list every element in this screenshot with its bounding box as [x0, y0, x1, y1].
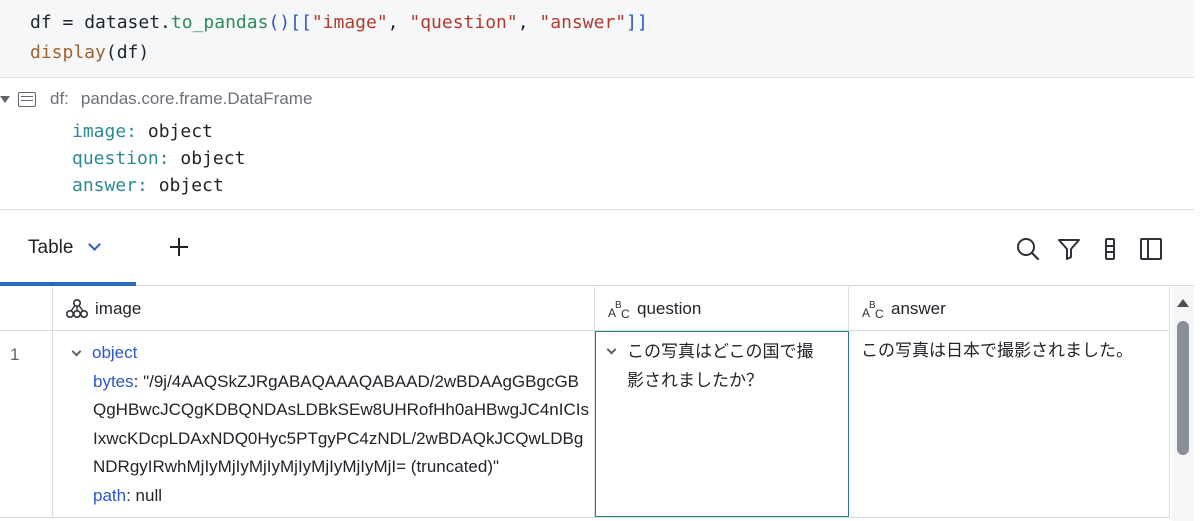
bytes-value-line: IxwcKDcpLDAxNDQ0Hyc5PTgyPC4zNDL/2wBDAQkJ…	[93, 428, 584, 448]
code-object: dataset.	[84, 12, 171, 33]
column-header-question[interactable]: ABC question	[595, 287, 849, 331]
field-key: image:	[72, 121, 138, 142]
schema-header[interactable]: df: pandas.core.frame.DataFrame	[0, 88, 312, 110]
tab-table-label: Table	[28, 237, 74, 258]
code-comma: ,	[387, 12, 410, 33]
field-type: object	[158, 175, 224, 196]
bytes-key: bytes	[93, 371, 134, 391]
row-divider	[0, 517, 1170, 518]
cell-question[interactable]: この写真はどこの国で撮 影されましたか？	[595, 331, 849, 517]
schema-fields: image: object question: object answer: o…	[72, 118, 245, 199]
results-toolbar: Table	[0, 210, 1194, 286]
code-string: "answer"	[539, 12, 627, 33]
schema-field: question: object	[72, 145, 245, 172]
code-string: "question"	[409, 12, 518, 33]
code-operator: =	[51, 12, 85, 33]
data-grid: image ABC question ABC answer 1 object b…	[0, 287, 1170, 521]
dataframe-schema: df: pandas.core.frame.DataFrame image: o…	[0, 78, 1194, 210]
active-tab-indicator	[0, 282, 136, 286]
chevron-down-icon[interactable]	[88, 238, 101, 251]
string-type-icon: ABC	[607, 298, 631, 320]
code-string: "image"	[311, 12, 388, 33]
code-brackets-close: ]]	[626, 12, 648, 33]
bytes-value-line: NDRgyIRwhMjIyMjIyMjIyMjIyMjIyMjIyMjI= (t…	[93, 457, 500, 476]
column-settings-icon[interactable]	[1097, 236, 1123, 262]
dataframe-name: df:	[50, 89, 69, 108]
field-type: object	[147, 121, 213, 142]
code-var: df	[30, 12, 52, 33]
svg-text:C: C	[621, 307, 630, 320]
struct-icon	[65, 298, 89, 320]
code-function: display	[30, 42, 106, 63]
column-header-image[interactable]: image	[53, 287, 595, 331]
column-header-answer[interactable]: ABC answer	[849, 287, 1170, 331]
field-type: object	[180, 148, 246, 169]
field-key: question:	[72, 148, 170, 169]
column-header-label: image	[95, 298, 142, 318]
svg-text:C: C	[875, 307, 884, 320]
chevron-down-icon[interactable]	[606, 344, 617, 355]
tab-table[interactable]: Table	[0, 210, 136, 286]
object-toggle-label: object	[92, 343, 138, 362]
code-comma: ,	[517, 12, 540, 33]
answer-text: この写真は日本で撮影されました。	[861, 341, 1133, 360]
object-toggle[interactable]: object	[71, 339, 594, 368]
code-brackets-open: ()[[	[268, 12, 312, 33]
schema-field: image: object	[72, 118, 245, 145]
cell-image[interactable]: object bytes: "/9j/4AAQSkZJRgABAQAAAQABA…	[53, 331, 595, 517]
bytes-field: bytes: "/9j/4AAQSkZJRgABAQAAAQABAAD/2wBD…	[93, 368, 594, 397]
bytes-value-line: QgHBwcJCQgKDBQNDAsLDBkSEw8UHRofHh0aHBwgJ…	[93, 400, 589, 419]
search-icon[interactable]	[1015, 236, 1041, 262]
question-text: この写真はどこの国で撮 影されましたか？	[627, 338, 814, 395]
row-index: 1	[0, 331, 53, 517]
scroll-up-arrow-icon[interactable]	[1177, 299, 1189, 307]
object-contents: bytes: "/9j/4AAQSkZJRgABAQAAAQABAAD/2wBD…	[71, 368, 594, 511]
code-args: (df)	[105, 42, 150, 63]
field-key: answer:	[72, 175, 148, 196]
path-field: path: null	[93, 482, 594, 511]
scrollbar-thumb[interactable]	[1177, 321, 1189, 455]
dataframe-type: pandas.core.frame.DataFrame	[80, 89, 313, 108]
column-header-label: answer	[891, 298, 946, 318]
string-type-icon: ABC	[861, 298, 885, 320]
bytes-value-line: : "/9j/4AAQSkZJRgABAQAAAQABAAD/2wBDAAgGB…	[133, 371, 580, 391]
filter-icon[interactable]	[1056, 236, 1082, 262]
code-method: to_pandas	[170, 12, 269, 33]
collapse-caret-icon[interactable]	[0, 95, 10, 103]
sidebar-toggle-icon[interactable]	[1138, 236, 1164, 262]
code-line-1: df = dataset.to_pandas()[["image", "ques…	[30, 8, 1194, 38]
question-line: 影されましたか？	[627, 370, 763, 390]
code-cell[interactable]: df = dataset.to_pandas()[["image", "ques…	[0, 0, 1194, 78]
schema-field: answer: object	[72, 172, 245, 199]
path-value: : null	[126, 485, 163, 505]
code-line-2: display(df)	[30, 38, 1194, 68]
chevron-down-icon[interactable]	[71, 346, 82, 357]
column-header-label: question	[637, 298, 702, 318]
question-content: この写真はどこの国で撮 影されましたか？	[606, 338, 848, 395]
path-key: path	[93, 485, 127, 505]
add-tab-button[interactable]	[168, 236, 190, 258]
cell-answer[interactable]: この写真は日本で撮影されました。	[849, 331, 1170, 517]
index-column-header	[0, 287, 53, 331]
table-icon	[18, 91, 36, 107]
question-line: この写真はどこの国で撮	[627, 342, 814, 361]
vertical-scrollbar[interactable]	[1172, 287, 1194, 521]
